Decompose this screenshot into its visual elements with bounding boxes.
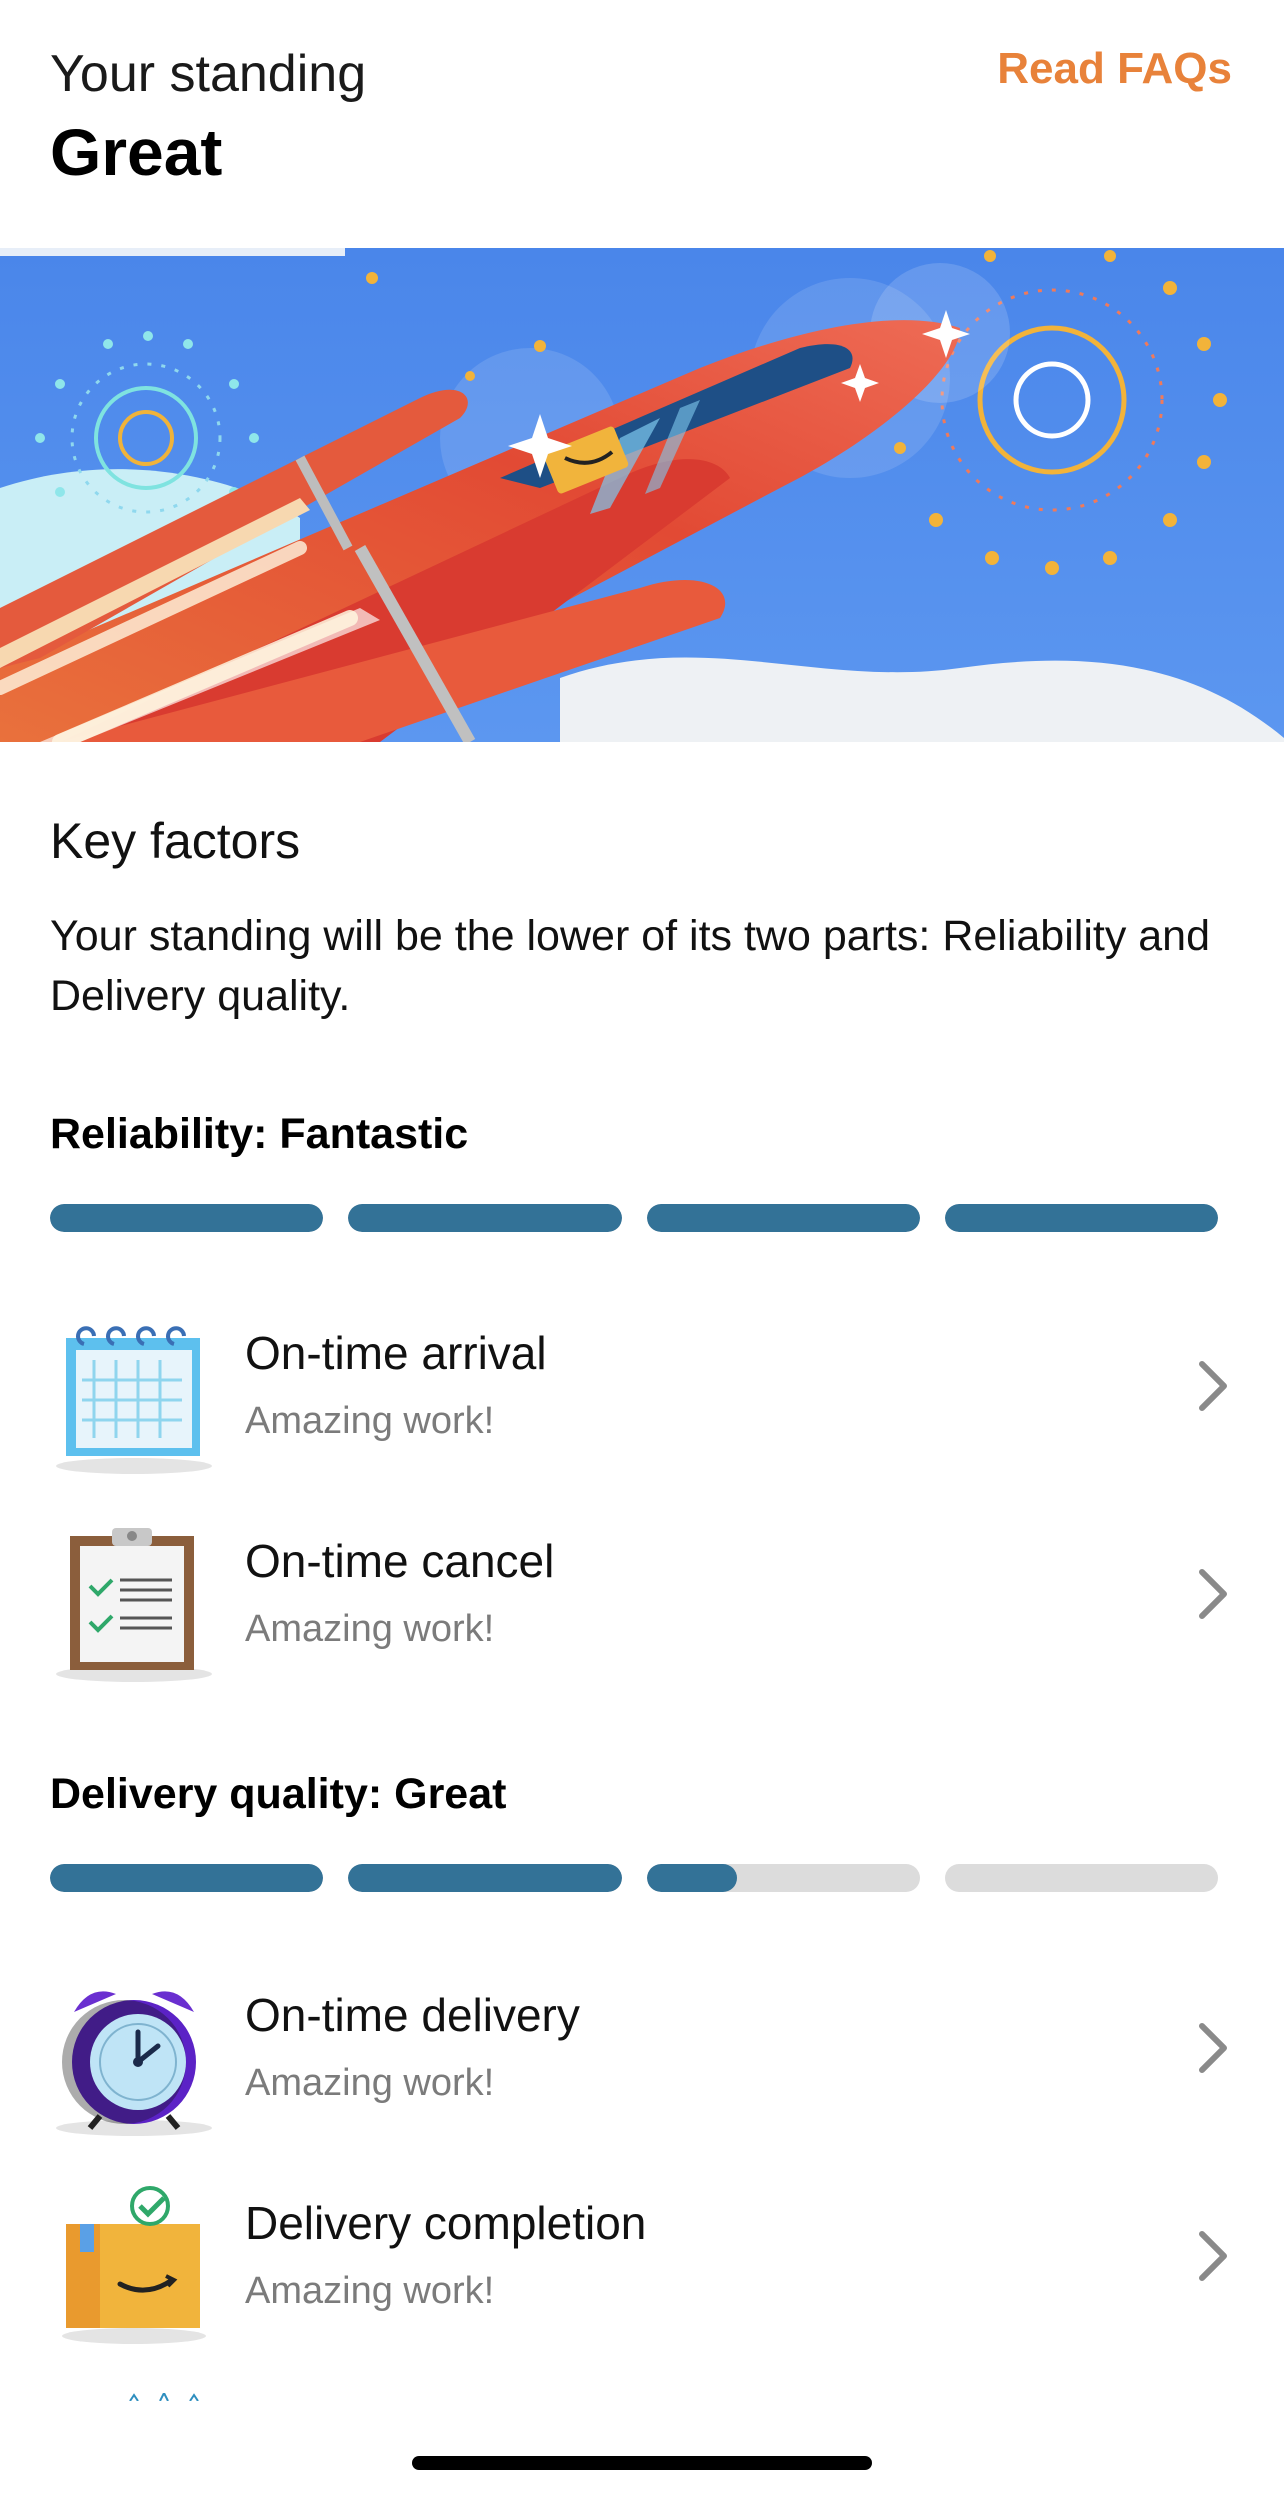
package-icon <box>54 2184 216 2346</box>
reliability-bar-3 <box>646 1204 920 1232</box>
metric-name: Delivery completion <box>245 2197 647 2249</box>
metric-status: Amazing work! <box>245 1400 495 1442</box>
standing-value: Great <box>50 115 223 189</box>
delivery-quality-title: Delivery quality: Great <box>50 1770 507 1818</box>
delivery-quality-bar-1 <box>50 1864 324 1892</box>
metric-row-delivery-completion[interactable]: Delivery completion Amazing work! <box>0 2166 1284 2356</box>
home-indicator[interactable] <box>412 2456 872 2470</box>
reliability-bar-2 <box>348 1204 622 1232</box>
metric-status: Amazing work! <box>245 2062 495 2104</box>
key-factors-description: Your standing will be the lower of its t… <box>50 912 1211 1020</box>
reliability-bar-4 <box>944 1204 1218 1232</box>
chevron-right-icon <box>1194 2018 1234 2078</box>
standing-label: Your standing <box>50 45 367 103</box>
delivery-quality-progress-bars <box>50 1864 1218 1892</box>
chevron-right-icon <box>1194 1564 1234 1624</box>
metric-status: Amazing work! <box>245 1608 495 1650</box>
chevron-right-icon <box>1194 1356 1234 1416</box>
reliability-bar-1 <box>50 1204 324 1232</box>
alarm-clock-icon <box>54 1976 216 2138</box>
next-item-icon-partial <box>120 2388 210 2402</box>
metric-row-on-time-delivery[interactable]: On-time delivery Amazing work! <box>0 1958 1284 2148</box>
rocket-hero-illustration <box>0 248 1284 742</box>
clipboard-icon <box>54 1522 216 1684</box>
read-faqs-link[interactable]: Read FAQs <box>997 44 1232 94</box>
chevron-right-icon <box>1194 2226 1234 2286</box>
calendar-icon <box>54 1314 216 1476</box>
rocket-illustration <box>0 248 1284 742</box>
metric-row-on-time-arrival[interactable]: On-time arrival Amazing work! <box>0 1296 1284 1486</box>
delivery-quality-bar-2 <box>348 1864 622 1892</box>
reliability-title: Reliability: Fantastic <box>50 1110 469 1158</box>
key-factors-title: Key factors <box>50 813 301 869</box>
metric-row-on-time-cancel[interactable]: On-time cancel Amazing work! <box>0 1504 1284 1694</box>
metric-name: On-time cancel <box>245 1535 555 1587</box>
metric-status: Amazing work! <box>245 2270 495 2312</box>
standing-header: Your standing Great Read FAQs <box>0 0 1284 248</box>
delivery-quality-bar-4 <box>944 1864 1218 1892</box>
reliability-progress-bars <box>50 1204 1218 1232</box>
delivery-quality-bar-3 <box>646 1864 920 1892</box>
metric-name: On-time arrival <box>245 1327 547 1379</box>
metric-name: On-time delivery <box>245 1989 580 2041</box>
